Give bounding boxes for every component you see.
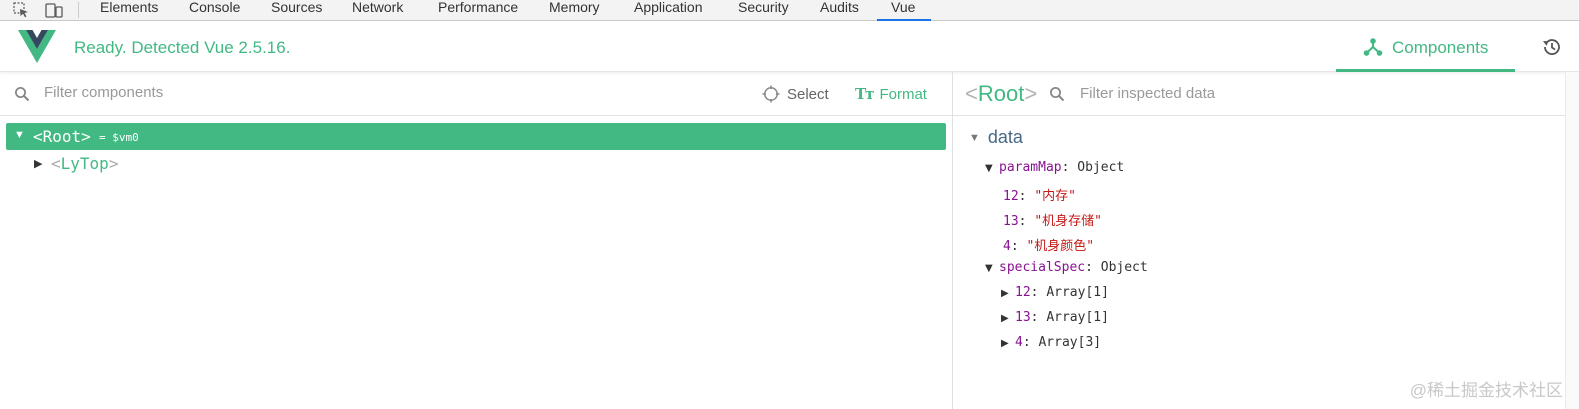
property-key: 13	[1003, 214, 1019, 229]
collapse-arrow-icon[interactable]: ▼	[969, 132, 980, 144]
collapse-arrow-icon[interactable]: ▼	[14, 129, 25, 141]
property-value: "内存"	[1034, 189, 1076, 204]
property-row[interactable]: ▶ 4: Array[3]	[1001, 335, 1101, 350]
tab-security[interactable]: Security	[738, 0, 789, 21]
inspected-component-title: <Root>	[965, 81, 1037, 107]
vue-devtools-header: Ready. Detected Vue 2.5.16. Components	[0, 21, 1579, 72]
component-name: Root	[42, 127, 82, 146]
component-tag: <LyTop>	[51, 154, 118, 173]
component-filter-bar: Select Tт Format	[0, 72, 953, 116]
tab-network[interactable]: Network	[352, 0, 403, 21]
component-name: LyTop	[60, 154, 109, 173]
data-section-header[interactable]: ▼ data	[969, 127, 1023, 148]
components-icon	[1363, 38, 1383, 56]
component-filter-input[interactable]	[44, 84, 644, 101]
property-separator: :	[1085, 260, 1101, 275]
expand-arrow-icon[interactable]: ▶	[1001, 313, 1015, 324]
property-separator: :	[1030, 310, 1047, 325]
component-tree-pane: Select Tт Format ▼ <Root> = $vm0 ▶ <LyTo…	[0, 72, 953, 409]
tab-console[interactable]: Console	[189, 0, 240, 21]
property-separator: :	[1030, 285, 1047, 300]
tag-open-bracket: <	[51, 154, 61, 173]
detection-status: Ready. Detected Vue 2.5.16.	[74, 38, 291, 57]
collapse-arrow-icon[interactable]: ▼	[985, 263, 999, 274]
components-tab-label: Components	[1392, 38, 1489, 57]
component-tag: <Root>	[33, 127, 91, 146]
property-key: specialSpec	[999, 260, 1086, 275]
property-key: paramMap	[999, 160, 1062, 175]
property-value: Array[1]	[1046, 285, 1109, 300]
format-label: Format	[879, 85, 927, 103]
property-key: 13	[1015, 310, 1031, 325]
property-row: 13: "机身存储"	[1003, 210, 1102, 229]
components-tab[interactable]: Components	[1336, 21, 1515, 72]
property-separator: :	[1018, 189, 1035, 204]
expand-arrow-icon[interactable]: ▶	[1001, 288, 1015, 299]
crosshair-icon	[762, 85, 780, 103]
property-key: 4	[1015, 335, 1023, 350]
tag-close-bracket: >	[108, 154, 119, 173]
tab-performance[interactable]: Performance	[438, 0, 518, 21]
select-label: Select	[787, 85, 829, 103]
inspector-filter-bar: <Root>	[953, 72, 1579, 116]
search-icon	[1050, 87, 1065, 102]
tab-application[interactable]: Application	[634, 0, 703, 21]
vm-reference: = $vm0	[99, 131, 139, 144]
tag-open-bracket: <	[965, 81, 978, 106]
tab-elements[interactable]: Elements	[100, 0, 158, 21]
property-key: 4	[1003, 239, 1011, 254]
property-key: 12	[1015, 285, 1031, 300]
expand-arrow-icon[interactable]: ▶	[34, 157, 42, 170]
property-value: Object	[1077, 160, 1125, 175]
property-row[interactable]: ▼ paramMap: Object	[985, 160, 1124, 175]
tab-vue[interactable]: Vue	[891, 0, 915, 21]
tab-audits[interactable]: Audits	[820, 0, 859, 21]
inspected-data-filter-input[interactable]	[1080, 85, 1520, 102]
section-title: data	[987, 127, 1023, 147]
tree-node-root[interactable]: ▼ <Root> = $vm0	[6, 123, 946, 150]
watermark: @稀土掘金技术社区	[1409, 381, 1563, 400]
collapse-arrow-icon[interactable]: ▼	[985, 163, 999, 174]
format-text-icon: Tт	[855, 85, 874, 103]
device-toolbar-icon[interactable]	[43, 0, 65, 20]
property-key: 12	[1003, 189, 1019, 204]
select-component-button[interactable]: Select	[762, 84, 829, 104]
search-icon	[15, 87, 30, 102]
tab-sources[interactable]: Sources	[271, 0, 322, 21]
format-button[interactable]: Tт Format	[855, 84, 927, 104]
property-value: "机身存储"	[1034, 214, 1102, 229]
vue-logo-icon	[18, 30, 56, 63]
devtools-tabstrip: Elements Console Sources Network Perform…	[0, 0, 1579, 21]
property-value: Array[3]	[1038, 335, 1102, 350]
property-value: "机身颜色"	[1026, 239, 1095, 254]
property-value: Array[1]	[1046, 310, 1109, 325]
expand-arrow-icon[interactable]: ▶	[1001, 338, 1015, 349]
history-icon[interactable]	[1541, 36, 1563, 58]
property-separator: :	[1018, 214, 1035, 229]
inspector-pane: <Root> ▼ data ▼paramMap: Object12: "内存"1…	[953, 72, 1579, 409]
property-separator: :	[1022, 335, 1039, 350]
tab-memory[interactable]: Memory	[549, 0, 600, 21]
tag-close-bracket: >	[81, 127, 91, 146]
inspected-component-name: Root	[977, 81, 1025, 106]
tag-close-bracket: >	[1024, 81, 1038, 106]
property-separator: :	[1061, 160, 1078, 175]
tag-open-bracket: <	[33, 127, 43, 146]
property-value: Object	[1100, 260, 1148, 275]
property-row[interactable]: ▼ specialSpec: Object	[985, 260, 1148, 275]
inspect-element-icon[interactable]	[10, 0, 32, 20]
property-row: 4: "机身颜色"	[1003, 235, 1094, 254]
property-row: 12: "内存"	[1003, 185, 1076, 204]
toolbar-divider	[78, 2, 79, 18]
property-row[interactable]: ▶ 13: Array[1]	[1001, 310, 1109, 325]
property-separator: :	[1010, 239, 1027, 254]
inspector-scrollbar[interactable]	[1565, 72, 1579, 409]
property-row[interactable]: ▶ 12: Array[1]	[1001, 285, 1109, 300]
